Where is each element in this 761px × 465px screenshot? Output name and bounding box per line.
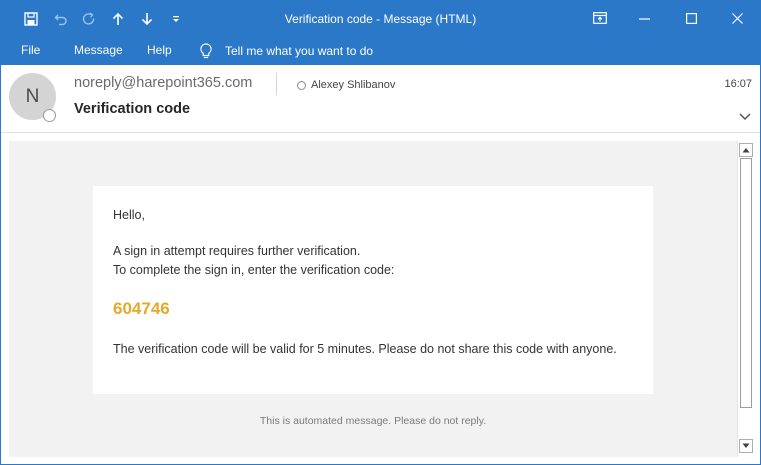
verification-text-2: To complete the sign in, enter the verif… (113, 263, 395, 277)
expand-header-button[interactable] (738, 109, 752, 123)
automated-message-note: This is automated message. Please do not… (259, 415, 487, 427)
undo-icon (54, 14, 67, 26)
verification-code: 604746 (113, 299, 170, 318)
close-button[interactable] (714, 1, 760, 35)
redo-icon (82, 12, 95, 25)
maximize-button[interactable] (668, 1, 714, 35)
tell-me-search[interactable]: Tell me what you want to do (199, 37, 373, 65)
redo-button[interactable] (77, 7, 101, 31)
maximize-icon (685, 12, 697, 24)
vertical-scrollbar[interactable] (737, 141, 754, 457)
next-item-button[interactable] (135, 7, 159, 31)
recipient-name: Alexey Shlibanov (311, 79, 396, 91)
close-icon (731, 12, 743, 24)
outlook-message-window: Verification code - Message (HTML) File … (0, 0, 761, 465)
customize-dropdown-icon (173, 16, 179, 22)
sender-address[interactable]: noreply@harepoint365.com (74, 75, 252, 91)
email-content-card: Hello, A sign in attempt requires furthe… (93, 186, 653, 394)
message-body: Hello, A sign in attempt requires furthe… (9, 141, 737, 457)
ribbon-display-options-button[interactable] (577, 1, 623, 35)
save-icon (24, 12, 38, 26)
avatar-initial: N (25, 85, 40, 107)
header-divider (276, 73, 277, 95)
tab-help[interactable]: Help (147, 37, 172, 65)
minimize-button[interactable] (621, 1, 667, 35)
arrow-up-icon (112, 12, 124, 25)
scroll-up-button[interactable] (739, 143, 753, 157)
chevron-down-icon (739, 113, 751, 121)
recipient-presence-icon (297, 80, 306, 90)
arrow-down-icon (141, 13, 153, 26)
ribbon-display-icon (593, 12, 607, 24)
scroll-up-arrow-icon (742, 148, 750, 153)
lightbulb-icon (200, 43, 212, 59)
ribbon-tab-bar: File Message Help Tell me what you want … (1, 37, 760, 65)
tell-me-label: Tell me what you want to do (225, 44, 374, 58)
greeting-text: Hello, (113, 208, 145, 222)
message-header: N noreply@harepoint365.com Alexey Shliba… (1, 65, 760, 133)
verification-text-1: A sign in attempt requires further verif… (113, 244, 361, 258)
message-time: 16:07 (724, 78, 752, 90)
customize-quick-access-button[interactable] (164, 7, 188, 31)
scroll-down-arrow-icon (742, 443, 750, 448)
save-button[interactable] (19, 7, 43, 31)
title-bar: Verification code - Message (HTML) (1, 1, 760, 37)
presence-status-icon (43, 109, 56, 122)
scroll-down-button[interactable] (739, 439, 753, 453)
minimize-icon (638, 17, 650, 20)
undo-button[interactable] (49, 7, 73, 31)
scroll-thumb[interactable] (740, 158, 752, 408)
tab-file[interactable]: File (21, 37, 40, 65)
validity-text: The verification code will be valid for … (113, 342, 617, 356)
message-subject: Verification code (74, 101, 191, 117)
tab-message[interactable]: Message (74, 37, 123, 65)
recipient[interactable]: Alexey Shlibanov (297, 79, 395, 91)
previous-item-button[interactable] (106, 7, 130, 31)
